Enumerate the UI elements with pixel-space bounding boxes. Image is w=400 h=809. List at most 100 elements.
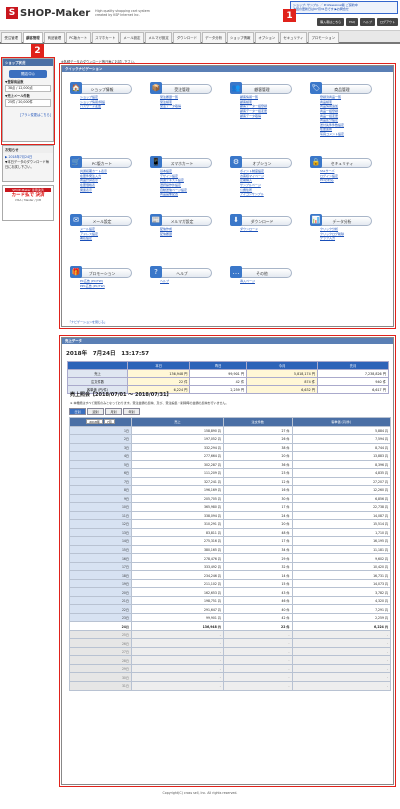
summary-cell: 7,238,826 円 xyxy=(317,369,389,378)
daily-value-cell: 26 件 xyxy=(222,434,293,444)
quicknav-category-button[interactable]: 👥 顧客管理 xyxy=(230,82,292,94)
nav-tab-smartphone-cart[interactable]: スマホカート xyxy=(91,32,119,43)
nav-tab-customers[interactable]: 顧客管理 xyxy=(22,32,44,43)
product-count-value: 38点 / 12,000点 xyxy=(5,85,51,93)
daily-row: 31日 - - - xyxy=(69,681,392,691)
quicknav-link[interactable]: 導入ページ xyxy=(240,279,292,284)
daily-header-sales: 売上 xyxy=(131,417,224,427)
category-icon: 🛒 xyxy=(70,156,82,168)
nav-tab-security[interactable]: セキュリティ xyxy=(279,32,307,43)
quicknav-category-button[interactable]: ? ヘルプ xyxy=(150,266,212,278)
quicknav-category-button[interactable]: 🎁 プロモーション xyxy=(70,266,132,278)
quicknav-category-button[interactable]: 📰 メルマガ設定 xyxy=(150,214,212,226)
shop-open-button[interactable]: 開店中◎ xyxy=(9,70,47,78)
quicknav-link[interactable]: PCIの対応 xyxy=(320,178,372,183)
quicknav-category-button[interactable]: ⬇ ダウンロード xyxy=(230,214,292,226)
quicknav-category-button[interactable]: 🔒 セキュリティ xyxy=(310,156,372,168)
purchaser-button[interactable]: 購入者はこちら xyxy=(317,18,345,26)
nav-tab-download[interactable]: ダウンロード xyxy=(173,32,201,43)
quicknav-link[interactable]: 配信履歴 xyxy=(160,232,212,237)
nav-tab-mailmag[interactable]: メルマガ設定 xyxy=(144,32,173,43)
mail-count-value: 25件 / 20,000件 xyxy=(5,99,51,107)
account-info-line-2[interactable]: 次回の更新日は07月31日です ▶お問合せ xyxy=(293,7,395,11)
quicknav-link[interactable]: ヘルプ xyxy=(160,279,212,284)
quicknav-link[interactable]: 写真コメント設定 xyxy=(320,132,372,137)
daily-value-cell: 4,320 円 xyxy=(291,595,392,606)
quicknav-category-button[interactable]: 📊 データ分析 xyxy=(310,214,372,226)
daily-value-cell: 40 件 xyxy=(222,604,293,614)
quicknav-category-button[interactable]: 🏠 ショップ情報 xyxy=(70,82,132,94)
category-title: プロモーション xyxy=(88,271,116,276)
quicknav-category: … その他 導入ページ xyxy=(230,266,292,284)
quicknav-category-button[interactable]: … その他 xyxy=(230,266,292,278)
daily-value-cell: 332,294 円 xyxy=(131,442,224,453)
plan-change-link[interactable]: [プラン変更はこちら] xyxy=(5,113,51,118)
ad-card-brands: VISA / Master / JCB xyxy=(14,198,42,202)
nav-tab-analytics[interactable]: データ分析 xyxy=(201,32,226,43)
category-icon: 🔒 xyxy=(310,156,322,168)
daily-value-cell: 5,884 円 xyxy=(291,425,392,436)
daily-date-cell: 30日 xyxy=(69,672,132,682)
nav-tab-products[interactable]: 商品管理 xyxy=(44,32,65,43)
quicknav-link[interactable]: 関連表示 xyxy=(80,188,132,193)
quicknav-link[interactable]: 商品画像配置 xyxy=(160,192,212,197)
nav-tab-orders[interactable]: 受注管理 xyxy=(1,32,22,43)
nav-tab-mail[interactable]: メール設定 xyxy=(119,32,144,43)
nav-tab-options[interactable]: オプション xyxy=(254,32,279,43)
payment-ad-banner[interactable]: SHOP-Maker 専用決済 カード払で 決済 VISA / Master /… xyxy=(2,185,54,221)
quicknav-link[interactable]: パスワード変更 xyxy=(80,104,132,109)
quicknav-link[interactable]: 顧客データ取得 xyxy=(240,114,292,119)
daily-value-cell: 9,602 円 xyxy=(291,553,392,563)
tab-daily[interactable]: 日別 xyxy=(69,408,86,415)
daily-date-cell: 22日 xyxy=(69,604,132,614)
quicknav-link[interactable]: 受注データ取得 xyxy=(160,104,212,109)
month-select[interactable]: 7月 xyxy=(103,419,115,425)
quicknav-category-button[interactable]: ⚙ オプション xyxy=(230,156,292,168)
quicknav-category-button[interactable]: 🛒 PC版カート xyxy=(70,156,132,168)
quicknav-category-button[interactable]: ✉ メール設定 xyxy=(70,214,132,226)
daily-row: 13日 83,811 円 48 件 1,710 円 xyxy=(69,527,392,538)
daily-row: 2日 197,052 円 26 件 7,594 円 xyxy=(69,434,392,444)
daily-value-cell: 158,890 円 xyxy=(131,425,224,436)
daily-value-cell: 291,647 円 xyxy=(131,604,224,614)
quicknav-link[interactable]: アイコンサンプル xyxy=(240,192,292,197)
quicknav-link[interactable]: ダウンロード xyxy=(240,227,292,232)
quicknav-link[interactable]: 署名設定 xyxy=(80,236,132,241)
news-box: お知らせ ▶ 2018年7月24日 ▼本日データのダウンロード毎日にお試し下さい… xyxy=(2,145,54,182)
daily-date-cell: 6日 xyxy=(69,468,132,478)
nav-tab-pc-cart[interactable]: PC版カート xyxy=(65,32,91,43)
quicknav-category: 📦 受注管理 受注履歴一覧 受注検索 受注データ取得 xyxy=(150,82,212,109)
daily-date-cell: 17日 xyxy=(69,561,132,572)
daily-value-cell: - xyxy=(291,672,392,682)
daily-value-cell: - xyxy=(222,672,293,682)
help-button[interactable]: ヘルプ xyxy=(359,18,375,26)
logout-button[interactable]: ログアウト xyxy=(376,18,398,26)
close-navigation-link[interactable]: 「ナビゲーションを閉じる」 xyxy=(68,320,107,324)
quicknav-category-button[interactable]: 🏷 商品管理 xyxy=(310,82,372,94)
tab-monthly[interactable]: 月別 xyxy=(105,408,122,415)
quicknav-link[interactable]: グラフ入力 xyxy=(320,236,372,241)
daily-row: 8日 196,169 円 16 件 12,260 円 xyxy=(69,485,392,495)
daily-row: 30日 - - - xyxy=(69,672,392,682)
quicknav-link[interactable]: PPC広告 (PC/TW) xyxy=(80,284,132,289)
daily-value-cell: 16,195 円 xyxy=(291,536,392,546)
sales-data-panel: 売上データ 2018年 7月24日 13:17:57 本日 昨日 今月 先月 売… xyxy=(61,337,394,785)
daily-row: 4日 277,664 円 20 件 13,883 円 xyxy=(69,451,392,461)
tab-weekly[interactable]: 週別 xyxy=(87,408,104,415)
nav-tab-shop-info[interactable]: ショップ情報 xyxy=(226,32,254,43)
nav-tab-promotion[interactable]: プロモーション xyxy=(307,32,339,43)
faq-button[interactable]: FAQ xyxy=(346,18,358,26)
year-select[interactable]: 2018年 xyxy=(86,419,103,425)
daily-value-cell: 7,594 円 xyxy=(291,434,392,444)
category-icon: ⚙ xyxy=(230,156,242,168)
daily-value-cell: 16 件 xyxy=(222,485,293,495)
quicknav-category-button[interactable]: 📱 スマホカート xyxy=(150,156,212,168)
daily-date-cell: 21日 xyxy=(69,595,132,606)
quicknav-category-button[interactable]: 📦 受注管理 xyxy=(150,82,212,94)
news-title: お知らせ xyxy=(3,146,53,153)
tab-yearly[interactable]: 年別 xyxy=(123,408,140,415)
daily-value-cell: 20 件 xyxy=(222,519,293,529)
daily-value-cell: 198,751 円 xyxy=(131,595,224,606)
daily-value-cell: - xyxy=(291,663,392,674)
logo[interactable]: S SHOP-Maker High quality shopping cart … xyxy=(6,7,150,19)
